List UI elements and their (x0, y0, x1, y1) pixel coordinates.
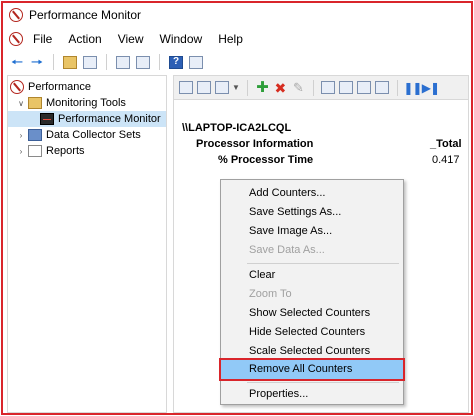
menu-view[interactable]: View (118, 32, 144, 46)
change-graph-type-button[interactable] (214, 80, 229, 96)
highlight-pencil-icon[interactable]: ✎ (291, 80, 306, 96)
forward-arrow-icon[interactable]: 🠖 (29, 54, 45, 70)
folder-icon (28, 97, 42, 109)
printer-icon (136, 55, 150, 69)
toolbar-separator (396, 79, 398, 96)
properties-view-button[interactable] (188, 54, 204, 70)
tree-item-label: Monitoring Tools (46, 97, 126, 109)
graph-type-icon (214, 81, 229, 94)
tree-item-performance[interactable]: Performance (8, 79, 166, 95)
data-collector-icon (28, 129, 42, 141)
menu-item-hide-selected-counters[interactable]: Hide Selected Counters (221, 323, 403, 342)
report-instance: _Total (430, 138, 462, 150)
menu-item-clear[interactable]: Clear (221, 266, 403, 285)
update-data-step-icon[interactable]: ▶❚ (422, 80, 440, 96)
chevron-right-icon[interactable]: › (16, 147, 26, 156)
tree-item-monitoring-tools[interactable]: ∨ Monitoring Tools (8, 95, 166, 111)
magnifier-icon (375, 81, 390, 94)
freeze-display-pause-icon[interactable]: ❚❚ (403, 80, 422, 96)
tree-item-label: Reports (46, 145, 85, 157)
tree-item-label: Performance (28, 81, 91, 93)
chevron-right-icon[interactable]: › (16, 131, 26, 140)
view-log-data-button[interactable] (196, 80, 211, 96)
menu-item-properties[interactable]: Properties... (221, 385, 403, 404)
menu-item-add-counters[interactable]: Add Counters... (221, 184, 403, 203)
report-value: 0.417 (432, 154, 460, 166)
report-counter: % Processor Time (218, 154, 314, 166)
export-icon (116, 55, 130, 69)
add-counter-icon[interactable]: ✚ (255, 80, 270, 96)
toolbar-separator (312, 79, 314, 96)
menu-item-scale-selected-counters[interactable]: Scale Selected Counters (221, 342, 403, 361)
back-arrow-icon[interactable]: 🠔 (9, 54, 25, 70)
context-menu: Add Counters... Save Settings As... Save… (219, 179, 405, 405)
toolbar-separator (106, 54, 107, 70)
help-icon: ? (169, 55, 183, 69)
menu-bar: File Action View Window Help (3, 29, 471, 49)
tree-item-label: Performance Monitor (58, 113, 161, 125)
export-list-button[interactable] (115, 54, 131, 70)
title-bar: Performance Monitor (3, 3, 471, 27)
print-button[interactable] (135, 54, 151, 70)
tree-item-performance-monitor[interactable]: Performance Monitor (8, 111, 166, 127)
system-menu-icon[interactable] (9, 32, 23, 46)
menu-item-save-image-as[interactable]: Save Image As... (221, 222, 403, 241)
menu-item-show-selected-counters[interactable]: Show Selected Counters (221, 304, 403, 323)
database-icon (196, 81, 211, 94)
report-object: Processor Information (196, 138, 314, 150)
menu-window[interactable]: Window (160, 32, 203, 46)
menu-item-save-settings-as[interactable]: Save Settings As... (221, 203, 403, 222)
menu-item-remove-all-counters[interactable]: Remove All Counters (219, 358, 405, 381)
console-tree: Performance ∨ Monitoring Tools Performan… (7, 75, 167, 413)
properties-icon (189, 55, 203, 69)
performance-monitor-icon (9, 8, 23, 22)
view-current-activity-button[interactable] (178, 80, 193, 96)
tree-item-label: Data Collector Sets (46, 129, 141, 141)
menu-action[interactable]: Action (68, 32, 101, 46)
menu-file[interactable]: File (33, 32, 52, 46)
graph-icon (178, 81, 193, 94)
toolbar-separator (159, 54, 160, 70)
copy-properties-button[interactable] (321, 80, 336, 96)
window-title: Performance Monitor (29, 8, 142, 22)
copy-icon (321, 81, 336, 94)
menu-separator (247, 382, 399, 383)
toolbar-separator (53, 54, 54, 70)
folder-icon (63, 55, 77, 69)
performance-icon (10, 80, 24, 94)
graph-toolbar: ▼ ✚ ✖ ✎ ❚❚ ▶❚ (174, 76, 468, 100)
paste-counter-list-button[interactable] (339, 80, 354, 96)
chevron-down-icon[interactable]: ∨ (16, 99, 26, 108)
paste-icon (339, 81, 354, 94)
properties-button[interactable] (357, 80, 372, 96)
up-folder-button[interactable] (62, 54, 78, 70)
help-button[interactable]: ? (168, 54, 184, 70)
main-toolbar: 🠔 🠖 ? (3, 51, 471, 73)
console-tree-icon (83, 55, 97, 69)
zoom-button[interactable] (375, 80, 390, 96)
app-window: Performance Monitor File Action View Win… (1, 1, 473, 415)
menu-separator (247, 263, 399, 264)
chevron-down-icon[interactable]: ▼ (232, 83, 240, 92)
menu-item-zoom-to: Zoom To (249, 288, 292, 300)
menu-item-save-data-as: Save Data As... (249, 244, 325, 256)
menu-help[interactable]: Help (218, 32, 243, 46)
report-icon (28, 145, 42, 157)
tree-item-data-collector-sets[interactable]: › Data Collector Sets (8, 127, 166, 143)
chart-monitor-icon (40, 113, 54, 125)
report-host: \\LAPTOP-ICA2LCQL (182, 122, 292, 134)
tree-item-reports[interactable]: › Reports (8, 143, 166, 159)
toolbar-separator (246, 79, 248, 96)
delete-counter-icon[interactable]: ✖ (273, 80, 288, 96)
show-hide-tree-button[interactable] (82, 54, 98, 70)
properties-icon (357, 81, 372, 94)
